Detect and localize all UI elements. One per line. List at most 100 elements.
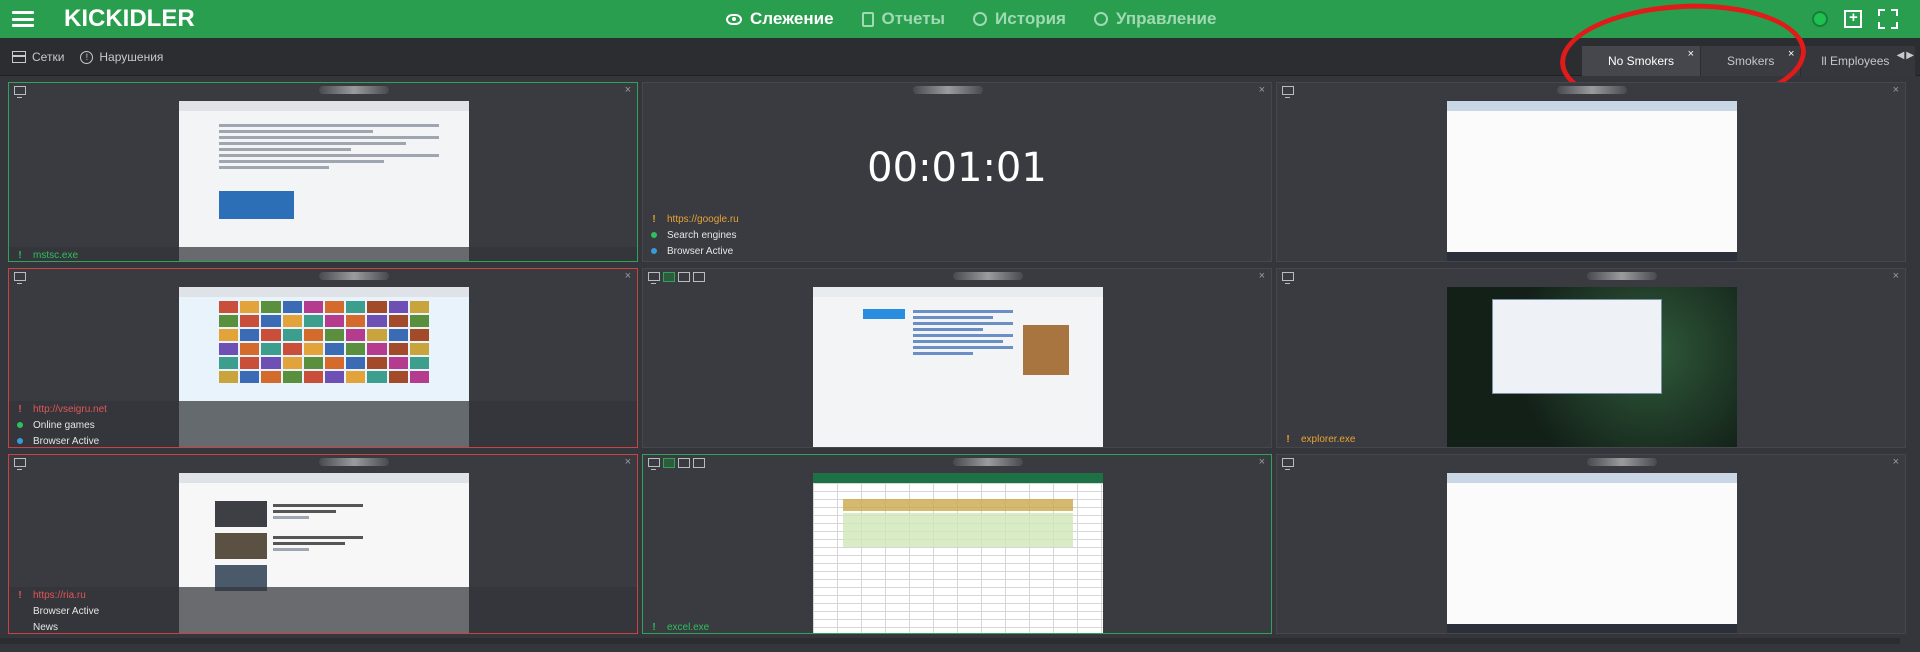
employee-name-blurred [319, 458, 389, 466]
activity-text: Browser Active [667, 245, 734, 257]
employee-name-blurred [1587, 458, 1657, 466]
screen-cell[interactable]: × [642, 268, 1272, 448]
close-icon[interactable]: × [1893, 84, 1899, 96]
employee-name-blurred [913, 86, 983, 94]
browser-bar [813, 287, 1103, 297]
violations-label: Нарушения [99, 50, 164, 64]
close-icon[interactable]: × [1259, 270, 1265, 282]
cell-info-overlay [9, 247, 637, 261]
site-logo-icon [863, 309, 905, 319]
screen-cell[interactable]: × ! mstsc.exe [8, 82, 638, 262]
screen-thumbnail[interactable] [1447, 473, 1737, 633]
close-icon[interactable]: × [1893, 270, 1899, 282]
employee-name-blurred [319, 272, 389, 280]
monitor-icon [1282, 272, 1294, 284]
screen-thumbnail[interactable] [1447, 287, 1737, 447]
close-icon[interactable]: × [625, 270, 631, 282]
monitor-icon [14, 458, 26, 470]
remote-control-icon[interactable] [678, 272, 690, 282]
monitor-icon [648, 458, 660, 470]
screen-cell[interactable]: × ! https://ria.ru Browser Active News [8, 454, 638, 634]
close-icon[interactable]: × [625, 456, 631, 468]
nav-tab-reports[interactable]: Отчеты [861, 9, 945, 29]
record-icon[interactable] [693, 458, 705, 468]
screen-view-icon[interactable] [663, 272, 675, 282]
screen-view-icon[interactable] [663, 458, 675, 468]
app-name: excel.exe [667, 621, 710, 633]
close-icon[interactable]: × [1259, 84, 1265, 96]
cell-mode-icons [663, 272, 705, 282]
activity-dot-icon [651, 248, 657, 254]
nav-tab-label: Управление [1115, 9, 1217, 28]
tab-scroll-arrows-icon[interactable]: ◀▶ [1897, 50, 1916, 61]
activity-text: Browser Active [33, 605, 100, 617]
cell-header: × [643, 83, 1271, 99]
cell-info: ! http://vseigru.net Online games Browser… [17, 401, 107, 447]
news-image [215, 501, 267, 527]
eye-icon [726, 13, 742, 25]
record-icon[interactable] [693, 272, 705, 282]
page-image [1023, 325, 1069, 375]
screen-thumbnail[interactable] [1447, 101, 1737, 261]
nav-tab-monitoring[interactable]: Слежение [726, 9, 834, 29]
grid-icon [12, 51, 26, 63]
violations-button[interactable]: ! Нарушения [80, 50, 163, 64]
tab-label: Smokers [1727, 54, 1775, 68]
app-name: mstsc.exe [33, 249, 79, 261]
category-dot-icon [17, 422, 23, 428]
nav-tab-history[interactable]: История [973, 9, 1066, 29]
nav-tab-management[interactable]: Управление [1093, 9, 1217, 29]
warning-icon: ! [18, 589, 22, 601]
taskbar [1447, 252, 1737, 261]
menu-icon[interactable] [12, 11, 34, 27]
app-logo: KICKIDLER [64, 5, 195, 32]
cell-info: ! explorer.exe [1285, 431, 1355, 447]
page-text [913, 307, 1013, 358]
close-icon[interactable]: × [1688, 48, 1694, 60]
screen-cell[interactable]: × ! excel.exe [642, 454, 1272, 634]
cell-header: × [9, 455, 637, 471]
window-bar [1447, 473, 1737, 483]
category-text: News [33, 621, 59, 633]
cell-info: ! https://google.ru Search engines Browse… [651, 211, 739, 259]
close-icon[interactable]: × [625, 84, 631, 96]
screen-cell[interactable]: × ! explorer.exe [1276, 268, 1906, 448]
connection-status-icon [1812, 11, 1828, 27]
close-icon[interactable]: × [1893, 456, 1899, 468]
page-text [273, 501, 363, 522]
employee-name-blurred [1557, 86, 1627, 94]
document-icon [861, 11, 874, 27]
add-grid-icon[interactable] [1844, 9, 1862, 28]
screen-cell[interactable]: × [1276, 82, 1906, 262]
remote-control-icon[interactable] [678, 458, 690, 468]
warning-icon: ! [18, 249, 22, 261]
screen-thumbnail[interactable] [813, 287, 1103, 447]
cell-info-overlay [9, 587, 637, 633]
screen-cell[interactable]: × 00:01:01 ! https://google.ru Search eng… [642, 82, 1272, 262]
monitor-icon [1282, 86, 1294, 98]
screen-cell[interactable]: × [1276, 454, 1906, 634]
nav-tab-label: Слежение [750, 9, 834, 28]
page-image [219, 191, 294, 219]
tab-smokers[interactable]: Smokers × [1701, 46, 1802, 76]
main-nav: Слежение Отчеты История Управление [726, 0, 1216, 38]
monitor-icon [1282, 458, 1294, 470]
cell-info: ! excel.exe [651, 619, 710, 633]
screen-thumbnail[interactable] [179, 101, 469, 261]
fullscreen-icon[interactable] [1878, 9, 1898, 29]
monitor-icon [14, 272, 26, 284]
warning-icon: ! [18, 403, 22, 415]
grids-button[interactable]: Сетки [12, 50, 64, 64]
screen-thumbnail[interactable] [813, 473, 1103, 633]
browser-bar [179, 473, 469, 483]
warning-icon: ! [652, 621, 656, 633]
tab-label: ll Employees [1821, 54, 1890, 68]
highlight-rows [843, 513, 1073, 547]
close-icon[interactable]: × [1788, 48, 1794, 60]
screen-cell[interactable]: × ! http://vseigru.net Online games Brows… [8, 268, 638, 448]
cell-header: × [643, 269, 1271, 285]
horizontal-scrollbar[interactable] [0, 638, 1900, 644]
close-icon[interactable]: × [1259, 456, 1265, 468]
tab-no-smokers[interactable]: No Smokers × [1582, 46, 1702, 76]
alert-icon: ! [80, 50, 94, 64]
